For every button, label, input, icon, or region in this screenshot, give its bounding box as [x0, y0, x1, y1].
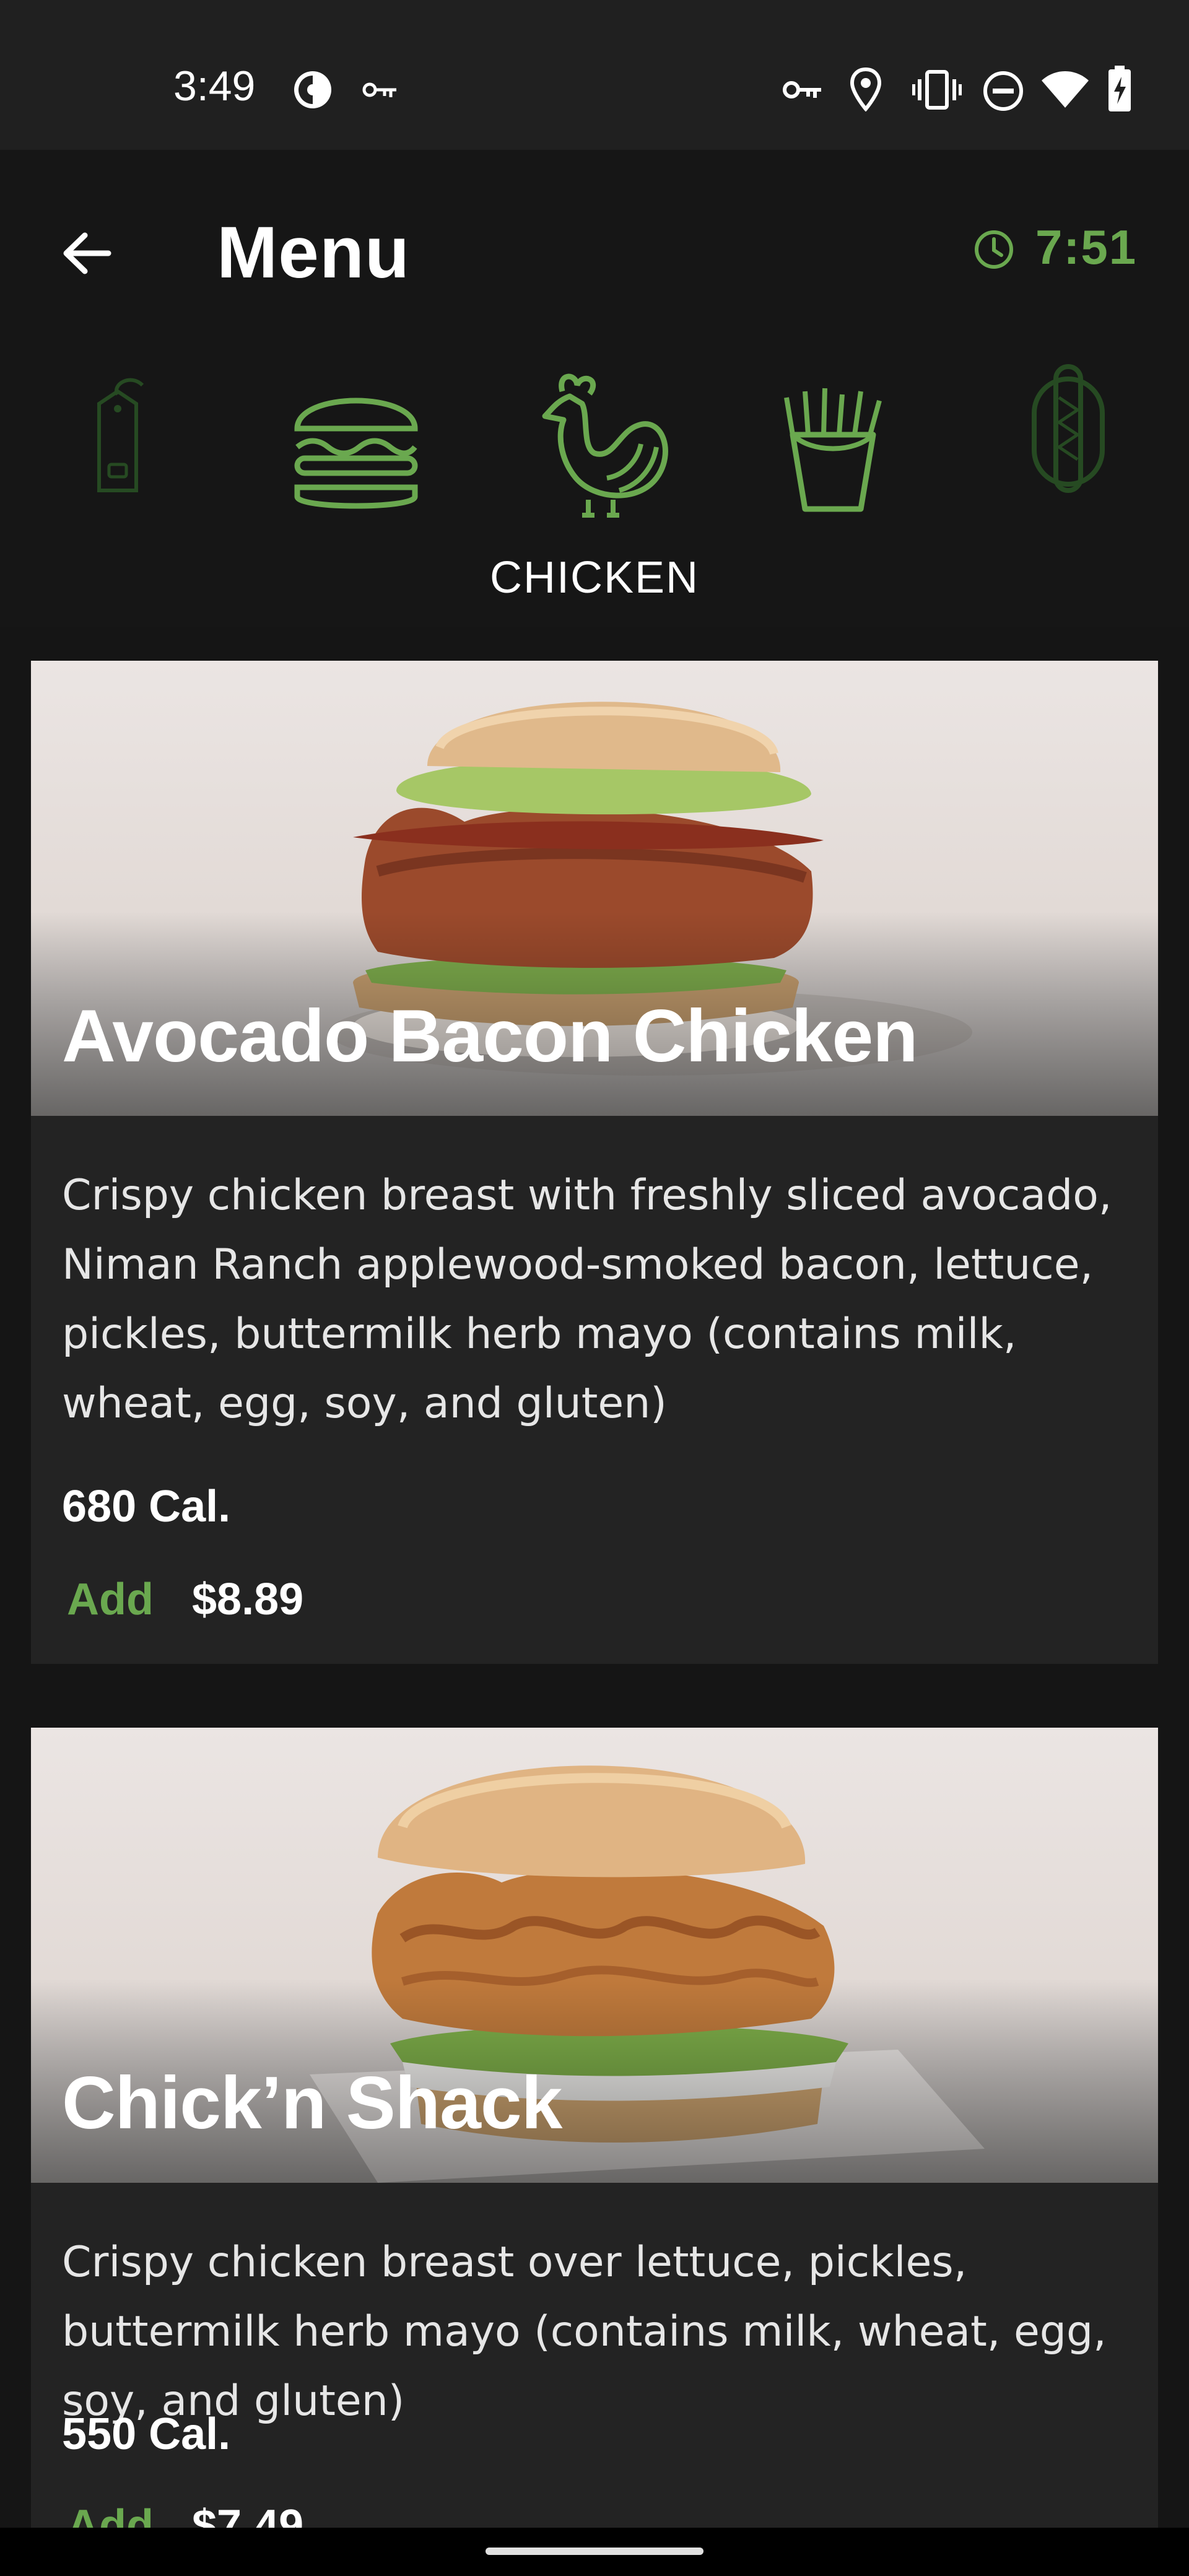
vpn-key-icon: [783, 81, 821, 98]
menu-item-description: Crispy chicken breast over lettuce, pick…: [62, 2238, 1107, 2426]
menu-item-description: Crispy chicken breast with freshly slice…: [62, 1171, 1112, 1428]
menu-item-title: Avocado Bacon Chicken: [62, 994, 918, 1077]
clock-icon: [975, 230, 1013, 269]
menu-item-image: Avocado Bacon Chicken: [31, 661, 1158, 1116]
location-icon: [850, 67, 882, 111]
do-not-disturb-icon: [983, 71, 1023, 111]
pickup-time: 7:51: [1035, 220, 1138, 274]
menu-item-card[interactable]: Chick’n Shack Crispy chicken breast over…: [31, 1728, 1158, 2551]
hotdog-icon[interactable]: [1022, 360, 1115, 497]
status-bar: 3:49: [0, 0, 1189, 150]
data-saver-icon: [294, 71, 331, 108]
menu-item-title: Chick’n Shack: [62, 2061, 562, 2144]
home-gesture-handle[interactable]: [486, 2548, 703, 2555]
menu-item-image: Chick’n Shack: [31, 1728, 1158, 2183]
vibrate-icon: [912, 70, 962, 110]
add-button[interactable]: Add: [67, 1574, 154, 1625]
status-time: 3:49: [173, 63, 256, 110]
chicken-icon[interactable]: [533, 367, 675, 521]
battery-charging-icon: [1108, 66, 1131, 111]
tag-icon[interactable]: [74, 360, 161, 497]
key-icon: [362, 82, 396, 97]
menu-item-price: $8.89: [192, 1575, 304, 1624]
app-header: Menu 7:51 CHICKEN: [0, 150, 1189, 627]
menu-item-calories: 680 Cal.: [62, 1482, 231, 1531]
fries-icon[interactable]: [780, 385, 886, 515]
page-title: Menu: [217, 212, 411, 294]
system-nav-bar: [0, 2528, 1189, 2576]
menu-item-card[interactable]: Avocado Bacon Chicken Crispy chicken bre…: [31, 661, 1158, 1664]
selected-category-label: CHICKEN: [489, 553, 700, 603]
wifi-icon: [1042, 71, 1089, 108]
menu-item-calories: 550 Cal.: [62, 2409, 231, 2459]
back-arrow-icon[interactable]: [59, 225, 115, 281]
burger-icon[interactable]: [291, 385, 421, 515]
